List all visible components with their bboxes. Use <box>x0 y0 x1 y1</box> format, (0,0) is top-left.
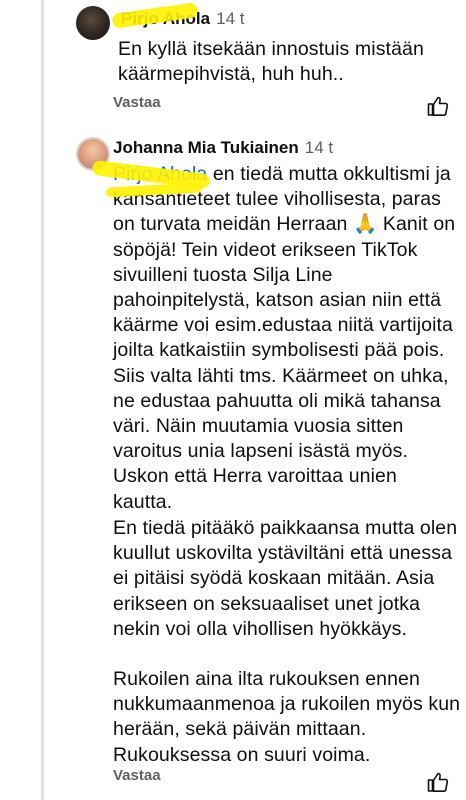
comment-paragraph-1: en tiedä mutta okkultismi ja kansantiete… <box>113 163 461 513</box>
comment-header: Johanna Mia Tukiainen 14 t <box>113 138 333 158</box>
comment-text: Pirjo Ahola en tiedä mutta okkultismi ja… <box>113 162 461 515</box>
reply-button[interactable]: Vastaa <box>113 94 161 111</box>
author-name[interactable]: Johanna Mia Tukiainen <box>113 138 299 157</box>
comment-paragraph-2: En tiedä pitääkö paikkaansa mutta olen k… <box>113 517 463 640</box>
comment-text: En kyllä itsekään innostuis mistään käär… <box>118 38 430 86</box>
reply-button[interactable]: Vastaa <box>113 767 161 784</box>
comment-time: 14 t <box>216 9 245 28</box>
thumbs-up-icon[interactable] <box>426 94 450 118</box>
thumbs-up-icon[interactable] <box>426 770 450 794</box>
comment-2: Johanna Mia Tukiainen 14 t Pirjo Ahola en… <box>0 125 466 800</box>
avatar[interactable] <box>76 6 110 40</box>
comment-paragraph-3: Rukoilen aina ilta rukouksen ennen nukku… <box>113 668 466 766</box>
comment-1: Pirjo Ahola14 t En kyllä itsekään innost… <box>0 0 466 120</box>
comment-time: 14 t <box>304 138 334 157</box>
